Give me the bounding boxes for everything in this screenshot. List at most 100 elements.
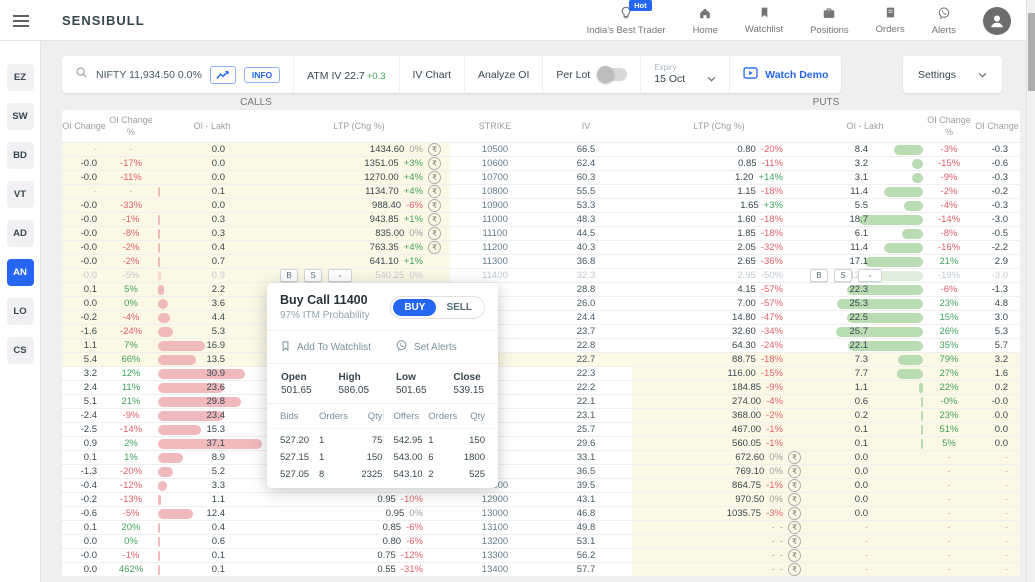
sell-toggle-button[interactable]: SELL: [436, 299, 482, 316]
option-row[interactable]: -2.5-14%15.325.7467.00-1%0.151%0.0: [62, 423, 1020, 437]
call-oi-change-pct: 21%: [106, 395, 156, 408]
per-lot-toggle[interactable]: [598, 68, 627, 81]
call-ltp: 988.40-6%₹: [268, 199, 450, 212]
call-oi-lakh: 23.4: [156, 409, 268, 422]
put-oi-change-pct: 26%: [924, 325, 974, 338]
put-oi-change: 3.0: [974, 311, 1020, 324]
put-more-button[interactable]: ⌄: [858, 269, 882, 282]
put-buy-button[interactable]: B: [810, 269, 828, 282]
iv-value: 23.1: [540, 409, 632, 422]
hamburger-menu-icon[interactable]: [13, 15, 29, 30]
strike-price: 11100: [450, 227, 540, 240]
nav-item-positions[interactable]: Positions: [810, 6, 849, 36]
close-value: 539.15: [453, 385, 484, 396]
depth-header: BidsOrdersQty OffersOrdersQty: [267, 403, 498, 428]
option-row[interactable]: 2.411%23.622.2184.85-9%1.122%0.2: [62, 381, 1020, 395]
strike-price: 11000: [450, 213, 540, 226]
expiry-dropdown[interactable]: Expiry 15 Oct: [640, 56, 729, 93]
sidebar-item-ez[interactable]: EZ: [7, 64, 34, 91]
option-row[interactable]: 3.212%30.922.3116.00-15%7.727%1.6: [62, 367, 1020, 381]
option-row[interactable]: 0.92%37.129.6560.05-1%0.15%0.0: [62, 437, 1020, 451]
option-row-10600[interactable]: -0.0-17%0.01351.05+3%₹1060062.40.85-11%3…: [62, 157, 1020, 171]
option-row-10800[interactable]: --0.11134.70+4%₹1080055.51.15-18%11.4-2%…: [62, 185, 1020, 199]
call-oi-lakh: 0.3: [156, 213, 268, 226]
nav-item-best-trader[interactable]: Hot India's Best Trader: [587, 6, 666, 36]
put-oi-change: -: [974, 451, 1020, 464]
nav-item-home[interactable]: Home: [693, 6, 718, 36]
iv-value: 25.7: [540, 423, 632, 436]
iv-chart-link[interactable]: IV Chart: [413, 69, 452, 81]
put-oi-change: -0.2: [974, 185, 1020, 198]
option-row-11400[interactable]: -0.0-5%0.9BS⌄540.250%1140032.32.95-50%BS…: [62, 269, 1020, 283]
option-row[interactable]: 5.466%13.522.788.75-18%7.379%3.2: [62, 353, 1020, 367]
add-to-watchlist-button[interactable]: Add To Watchlist: [280, 340, 371, 355]
sidebar-item-ad[interactable]: AD: [7, 220, 34, 247]
call-oi-lakh: 3.3: [156, 479, 268, 492]
option-row[interactable]: -1.3-20%5.236.5769.100%₹0.0--: [62, 465, 1020, 479]
option-row-11300[interactable]: -0.0-2%0.7641.10+1%1130036.82.65-36%17.1…: [62, 255, 1020, 269]
option-row-12800[interactable]: -0.4-12%3.31.00-13%1280039.5864.75-1%₹0.…: [62, 479, 1020, 493]
call-more-button[interactable]: ⌄: [328, 269, 352, 282]
nav-item-alerts[interactable]: Alerts: [932, 6, 956, 36]
rupee-circle-icon: ₹: [788, 479, 801, 492]
option-row-11100[interactable]: -0.0-8%0.3835.000%₹1110044.51.85-18%6.1-…: [62, 227, 1020, 241]
option-row-13200[interactable]: 0.00%0.60.80-6%1320053.1--₹---: [62, 535, 1020, 549]
option-row-11200[interactable]: -0.0-2%0.4763.35+4%₹1120040.32.05-32%11.…: [62, 241, 1020, 255]
put-ltp: 4.15-57%: [632, 283, 806, 296]
page-scrollbar[interactable]: [1026, 0, 1035, 582]
sidebar-item-sw[interactable]: SW: [7, 103, 34, 130]
option-row-10500[interactable]: --0.01434.600%₹1050066.50.80-20%8.4-3%-0…: [62, 143, 1020, 157]
analyze-oi-link[interactable]: Analyze OI: [478, 69, 529, 81]
option-row-12900[interactable]: -0.2-13%1.10.95-10%1290043.1970.500%₹0.0…: [62, 493, 1020, 507]
put-oi-lakh: 6.1: [806, 227, 924, 240]
option-row-13000[interactable]: -0.6-5%12.40.950%1300046.81035.75-3%₹0.0…: [62, 507, 1020, 521]
option-row[interactable]: 5.121%29.822.1274.00-4%0.6-0%-0.0: [62, 395, 1020, 409]
option-row[interactable]: -0.2-4%4.424.414.80-47%22.515%3.0: [62, 311, 1020, 325]
sidebar-item-lo[interactable]: LO: [7, 298, 34, 325]
call-buy-button[interactable]: B: [280, 269, 298, 282]
put-ltp: 1.60-18%: [632, 213, 806, 226]
sidebar-item-cs[interactable]: CS: [7, 337, 34, 364]
option-row[interactable]: -1.6-24%5.323.732.60-34%25.726%5.3: [62, 325, 1020, 339]
info-button[interactable]: INFO: [244, 67, 280, 83]
put-oi-lakh: 22.5: [806, 311, 924, 324]
option-row[interactable]: 1.17%16.922.864.30-24%22.135%5.7: [62, 339, 1020, 353]
col-header-call-ltp: LTP (Chg %): [268, 121, 450, 133]
depth-table: 527.20175542.951150527.151150543.0061800…: [267, 428, 498, 488]
option-row[interactable]: 0.15%2.228.84.15-57%22.3-6%-1.3: [62, 283, 1020, 297]
put-sell-button[interactable]: S: [834, 269, 852, 282]
symbol-search[interactable]: NIFTY 11,934.50 0.0% INFO: [62, 56, 293, 93]
buy-toggle-button[interactable]: BUY: [393, 299, 436, 316]
settings-dropdown[interactable]: Settings: [903, 56, 1002, 93]
watch-demo-button[interactable]: Watch Demo: [743, 67, 828, 82]
call-oi-change: 0.1: [62, 451, 106, 464]
option-row-11000[interactable]: -0.0-1%0.3943.85+1%₹1100048.31.60-18%18.…: [62, 213, 1020, 227]
orders-icon: [884, 6, 897, 22]
nav-item-orders[interactable]: Orders: [876, 6, 905, 35]
option-row-10900[interactable]: -0.0-33%0.0988.40-6%₹1090053.31.65+3%5.5…: [62, 199, 1020, 213]
option-row[interactable]: 0.00%3.626.07.00-57%25.323%4.8: [62, 297, 1020, 311]
sidebar-item-an[interactable]: AN: [7, 259, 34, 286]
set-alerts-button[interactable]: Set Alerts: [395, 339, 457, 355]
mini-chart-button[interactable]: [210, 66, 236, 84]
call-oi-change: -0.0: [62, 171, 106, 184]
profile-avatar[interactable]: [983, 7, 1011, 35]
sidebar-item-bd[interactable]: BD: [7, 142, 34, 169]
option-row-10700[interactable]: -0.0-11%0.01270.00+4%₹1070060.31.20+14%3…: [62, 171, 1020, 185]
call-oi-change-pct: -2%: [106, 241, 156, 254]
option-row-13100[interactable]: 0.120%0.40.85-6%1310049.8--₹---: [62, 521, 1020, 535]
sidebar-item-vt[interactable]: VT: [7, 181, 34, 208]
option-row-13300[interactable]: -0.0-1%0.10.75-12%1330056.2--₹---: [62, 549, 1020, 563]
option-row[interactable]: -2.4-9%23.423.1368.00-2%0.223%0.0: [62, 409, 1020, 423]
put-oi-change: -0.6: [974, 157, 1020, 170]
option-row-13400[interactable]: 0.0462%0.10.55-31%1340057.7--₹---: [62, 563, 1020, 577]
call-oi-lakh: 0.4: [156, 521, 268, 534]
put-oi-change-pct: 23%: [924, 409, 974, 422]
scrollbar-thumb[interactable]: [1028, 13, 1035, 91]
option-row[interactable]: 0.11%8.933.1672.600%₹0.0--: [62, 451, 1020, 465]
call-oi-change: -0.0: [62, 255, 106, 268]
nav-item-watchlist[interactable]: Watchlist: [745, 6, 783, 35]
call-sell-button[interactable]: S: [304, 269, 322, 282]
low-value: 501.65: [396, 385, 427, 396]
call-ltp: 763.35+4%₹: [268, 241, 450, 254]
